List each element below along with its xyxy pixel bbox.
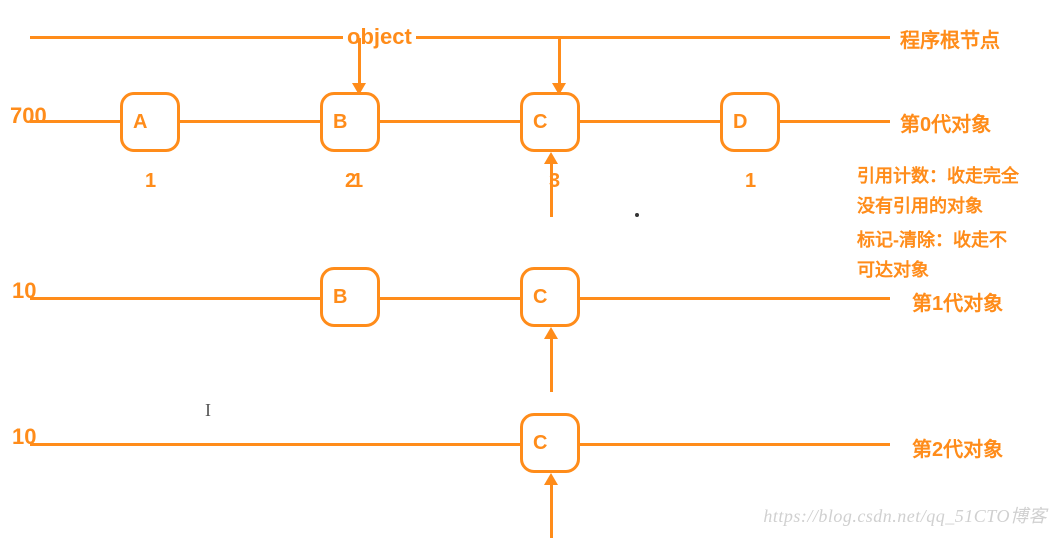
gen0-threshold: 700 [10,103,47,129]
object-label: object [343,24,416,50]
box-letter: B [333,286,347,309]
notes-line-3: 标记-清除：收走不 [857,226,1007,252]
gen1-label: 第1代对象 [912,287,1003,316]
gen0-count-d: 1 [745,170,756,193]
gen2-threshold: 10 [12,424,36,450]
text-cursor: I [205,400,211,421]
notes-line-1: 引用计数：收走完全 [857,162,1019,188]
gen0-box-c: C [520,92,580,152]
gen0-label: 第0代对象 [900,108,991,137]
gen0-count-b-overlay: 1 [352,170,363,193]
gen0-box-a: A [120,92,180,152]
gen0-count-a: 1 [145,170,156,193]
watermark-text: https://blog.csdn.net/qq_51CTO博客 [763,502,1047,528]
box-letter: D [733,111,747,134]
gen2-label: 第2代对象 [912,433,1003,462]
box-letter: A [133,111,147,134]
gen2-box-c: C [520,413,580,473]
stray-dot [635,213,639,217]
gen1-box-b: B [320,267,380,327]
gen1-threshold: 10 [12,278,36,304]
box-letter: C [533,111,547,134]
gen1-box-c: C [520,267,580,327]
root-node-label: 程序根节点 [900,24,1000,53]
box-letter: B [333,111,347,134]
box-letter: C [533,432,547,455]
notes-line-4: 可达对象 [857,256,929,282]
box-letter: C [533,286,547,309]
top-rule-line [30,36,890,39]
gen0-box-b: B [320,92,380,152]
gen1-line [30,297,890,300]
gen2-line [30,443,890,446]
notes-line-2: 没有引用的对象 [857,192,983,218]
gen0-box-d: D [720,92,780,152]
